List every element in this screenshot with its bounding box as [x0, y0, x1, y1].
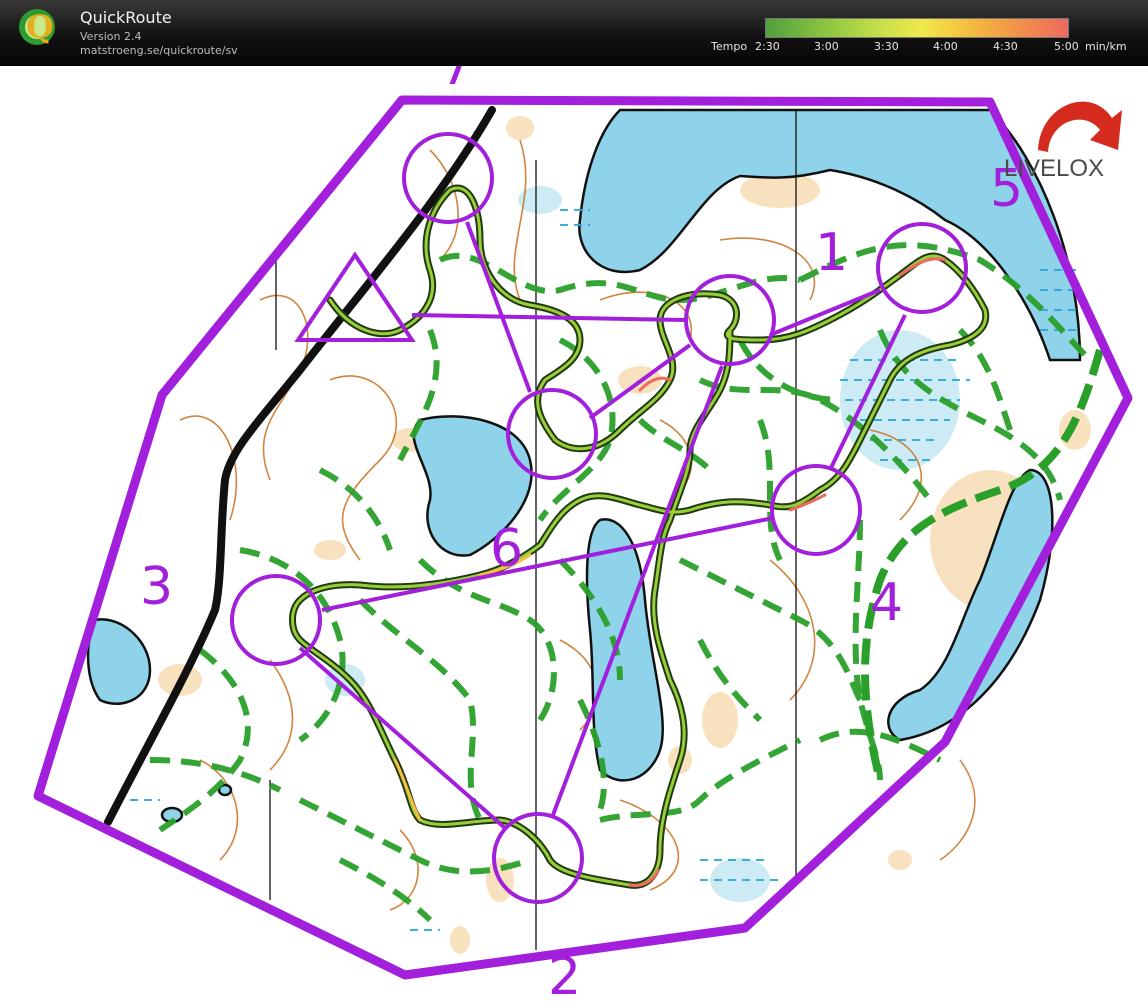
livelox-logo-text: LIVELOX	[1004, 155, 1104, 182]
control-number-6: 6	[490, 519, 523, 579]
tempo-tick-1: 2:30	[755, 40, 780, 53]
app-url-link[interactable]: matstroeng.se/quickroute/sv	[80, 44, 238, 57]
control-number-1: 1	[815, 223, 848, 283]
svg-text:Q: Q	[26, 8, 54, 46]
app-header: Q QuickRoute Version 2.4 matstroeng.se/q…	[0, 0, 1148, 66]
tempo-tick-5: 4:30	[993, 40, 1018, 53]
control-number-2: 2	[548, 947, 581, 1002]
control-circle-3	[230, 574, 322, 666]
app-version: Version 2.4	[80, 30, 142, 43]
tempo-tick-4: 4:00	[933, 40, 958, 53]
lake-southwest	[86, 618, 152, 705]
tempo-tick-6: 5:00	[1054, 40, 1079, 53]
livelox-swoosh-icon	[1038, 101, 1122, 152]
tempo-tick-2: 3:00	[814, 40, 839, 53]
livelox-watermark: LIVELOX	[1004, 101, 1122, 182]
control-circle-2	[492, 812, 584, 904]
control-number-3: 3	[140, 557, 173, 617]
orienteering-map[interactable]: 7 1 5 6 3 4 2 LIVELOX	[0, 66, 1148, 1002]
control-number-7: 7	[440, 66, 473, 97]
app-title: QuickRoute	[80, 8, 172, 27]
quickroute-logo-icon: Q	[19, 8, 55, 46]
tempo-color-scale	[765, 18, 1069, 38]
map-canvas[interactable]: 7 1 5 6 3 4 2 LIVELOX	[0, 66, 1148, 1002]
tempo-tick-3: 3:30	[874, 40, 899, 53]
control-number-4: 4	[870, 573, 903, 633]
tempo-unit: min/km	[1085, 40, 1127, 53]
tempo-label: Tempo	[711, 40, 748, 53]
